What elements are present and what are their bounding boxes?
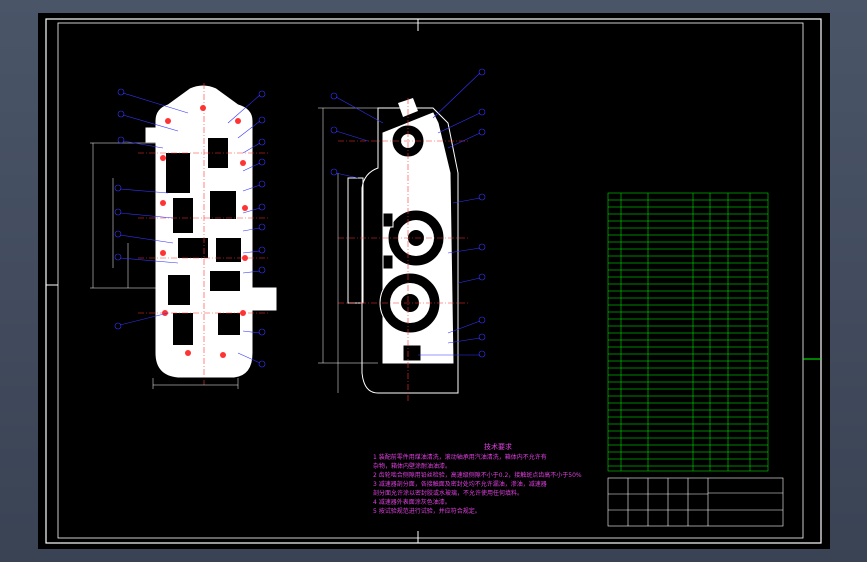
technical-notes: 技术要求 1 装配前零件用煤油清洗，滚动轴承用汽油清洗，箱体内不允许有 杂物，箱… [373,443,623,516]
front-elevation-view [318,68,486,403]
technical-note-line: 5 按试验规范进行试验，并应符合规定。 [373,508,481,515]
technical-notes-title: 技术要求 [484,443,512,451]
title-block [607,477,784,527]
technical-note-line: 4 减速器外表面涂灰色油漆。 [373,499,451,506]
parts-list-table [607,192,769,472]
technical-note-line: 杂物，箱体内壁涂耐油油漆。 [373,463,452,470]
drawing-sheet: 技术要求 1 装配前零件用煤油清洗，滚动轴承用汽油清洗，箱体内不允许有 杂物，箱… [38,13,830,549]
technical-note-line: 2 齿轮啮合侧隙用铅丝检验，高速级侧隙不小于0.2，接触斑点齿高不小于50% [373,472,582,479]
technical-note-line: 1 装配前零件用煤油清洗，滚动轴承用汽油清洗，箱体内不允许有 [373,454,547,461]
top-section-view [90,83,277,389]
technical-note-line: 3 减速器剖分面，各接触面及密封处均不允许漏油，渗油，减速器 [373,481,547,488]
technical-note-line: 剖分面允许涂以密封胶或水玻璃，不允许使用任何填料。 [373,490,524,497]
